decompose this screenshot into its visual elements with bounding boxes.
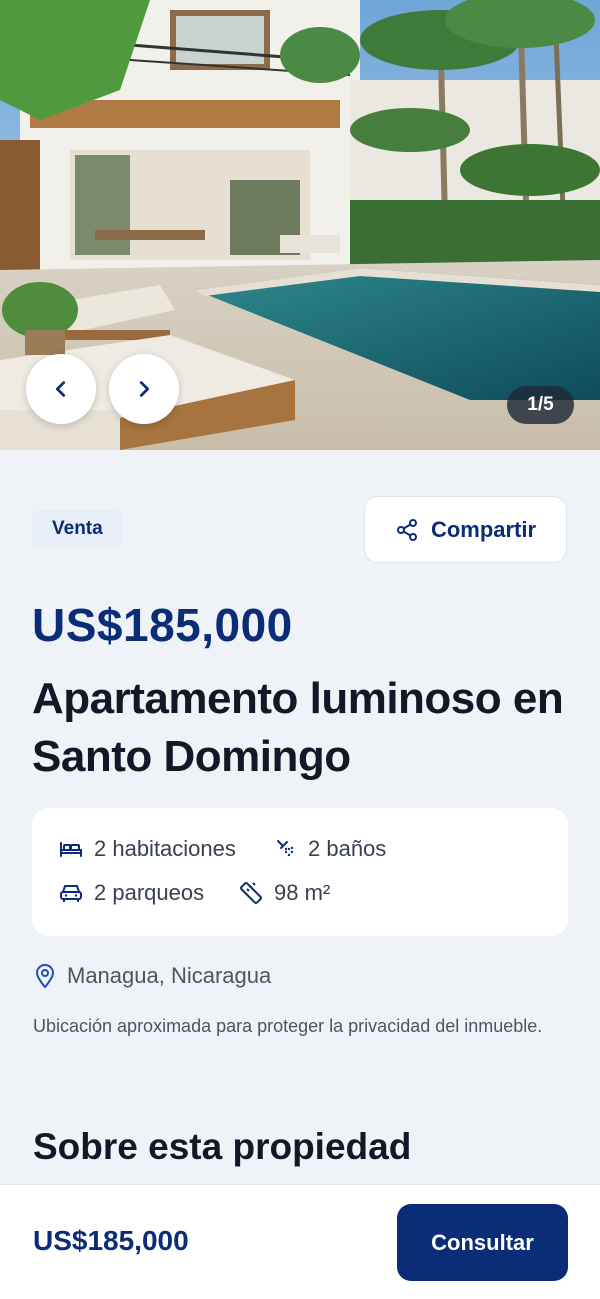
feature-bathrooms-label: 2 baños <box>308 836 387 861</box>
location: Managua, Nicaragua <box>33 963 271 989</box>
shower-icon <box>277 840 294 857</box>
share-button-label: Compartir <box>430 516 537 542</box>
about-heading: Sobre esta propiedad <box>33 1126 412 1167</box>
feature-bedrooms-label: 2 habitaciones <box>94 836 236 861</box>
chevron-left-icon <box>55 381 66 397</box>
feature-parking: 2 parqueos <box>58 880 204 906</box>
feature-bathrooms: 2 baños <box>274 836 386 862</box>
listing-title: Apartamento luminoso en Santo Domingo <box>32 674 564 781</box>
feature-area-label: 98 m² <box>274 880 331 905</box>
ruler-icon <box>240 882 262 904</box>
feature-bedrooms: 2 habitaciones <box>58 836 236 862</box>
car-icon <box>60 885 82 902</box>
previous-image-button[interactable] <box>26 354 96 424</box>
bottom-bar: US$185,000 Consultar <box>0 1184 600 1299</box>
listing-type-badge: Venta <box>32 510 123 548</box>
share-button[interactable]: Compartir <box>364 496 567 563</box>
location-note: Ubicación aproximada para proteger la pr… <box>33 1016 543 1036</box>
bottom-price: US$185,000 <box>33 1225 189 1256</box>
features-card: 2 habitaciones 2 baños 2 parqueos 98 m² <box>32 808 568 936</box>
location-pin-icon <box>35 964 55 989</box>
feature-parking-label: 2 parqueos <box>94 880 205 905</box>
next-image-button[interactable] <box>109 354 179 424</box>
listing-price: US$185,000 <box>32 599 293 651</box>
image-counter: 1/5 <box>507 386 574 424</box>
bed-icon <box>60 842 82 857</box>
consult-button[interactable]: Consultar <box>397 1204 568 1281</box>
location-label: Managua, Nicaragua <box>67 963 272 988</box>
share-icon <box>396 518 417 541</box>
feature-area: 98 m² <box>238 880 330 906</box>
chevron-right-icon <box>139 381 150 397</box>
image-gallery[interactable]: 1/5 <box>0 0 600 450</box>
